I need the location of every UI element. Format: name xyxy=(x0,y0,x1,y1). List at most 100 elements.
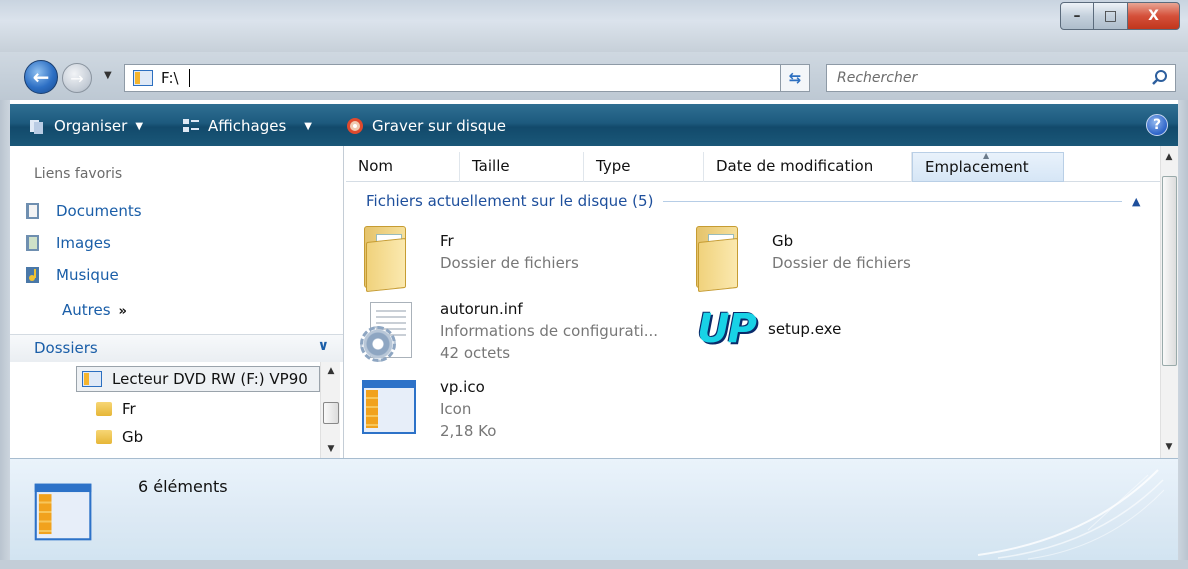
file-item-setup[interactable]: UP setup.exe xyxy=(686,306,841,352)
help-button[interactable]: ? xyxy=(1146,114,1168,136)
scroll-down-icon[interactable]: ▼ xyxy=(321,440,341,458)
file-name: setup.exe xyxy=(768,320,842,338)
views-menu[interactable]: Affichages ▼ xyxy=(182,115,312,137)
search-icon[interactable] xyxy=(1151,69,1169,87)
column-location[interactable]: ▲ Emplacement xyxy=(912,151,1064,182)
column-date-modified[interactable]: Date de modification xyxy=(704,152,912,182)
favorite-music[interactable]: Musique xyxy=(24,266,119,284)
navigation-pane: Liens favoris Documents Images Musique A… xyxy=(10,146,344,458)
search-box[interactable]: Rechercher xyxy=(826,64,1176,92)
sort-arrow-icon: ▲ xyxy=(983,151,990,160)
file-name: Gb xyxy=(772,232,794,250)
back-arrow-icon: ← xyxy=(32,65,50,89)
window-frame-right xyxy=(1178,100,1188,569)
favorite-documents[interactable]: Documents xyxy=(24,202,142,220)
minimize-button[interactable]: – xyxy=(1060,2,1094,30)
config-file-icon xyxy=(358,298,418,368)
up-setup-icon: UP xyxy=(697,306,757,352)
column-name[interactable]: Nom xyxy=(346,152,460,182)
file-item-vp-ico[interactable]: vp.ico Icon 2,18 Ko xyxy=(358,376,496,442)
refresh-icon: ⇆ xyxy=(788,69,802,87)
group-title: Fichiers actuellement sur le disque (5) xyxy=(366,192,654,210)
forward-button[interactable]: → xyxy=(62,63,92,93)
folders-label: Dossiers xyxy=(34,339,98,357)
recent-pages-dropdown-icon[interactable]: ▼ xyxy=(104,70,112,81)
forward-arrow-icon: → xyxy=(70,68,84,88)
title-bar: – □ X xyxy=(0,0,1188,52)
column-location-label: Emplacement xyxy=(925,158,1029,176)
folder-icon xyxy=(96,402,112,416)
column-type[interactable]: Type xyxy=(584,152,704,182)
tree-item-label: Lecteur DVD RW (F:) VP90 xyxy=(112,370,308,388)
address-bar[interactable]: F:\ ▼ xyxy=(124,64,808,92)
folder-icon xyxy=(96,430,112,444)
organize-label: Organiser xyxy=(54,117,128,135)
tree-item-gb[interactable]: Gb xyxy=(96,428,143,446)
file-type: Icon xyxy=(440,400,472,418)
burn-disc-button[interactable]: Graver sur disque xyxy=(346,115,506,137)
chevron-down-icon: ∨ xyxy=(317,338,329,354)
back-button[interactable]: ← xyxy=(24,60,58,94)
navigation-bar: ← → ▼ F:\ ▼ ⇆ Rechercher xyxy=(0,52,1188,100)
file-list-scrollbar[interactable]: ▲ ▼ xyxy=(1160,146,1178,458)
window-icon xyxy=(31,479,94,544)
tree-item-dvd-drive[interactable]: Lecteur DVD RW (F:) VP90 xyxy=(82,370,308,388)
window-frame-bottom xyxy=(0,560,1188,569)
file-item-fr[interactable]: Fr Dossier de fichiers xyxy=(358,222,579,293)
drive-icon xyxy=(133,70,153,86)
collapse-chevron-icon[interactable]: ▲ xyxy=(1132,195,1146,208)
file-size: 42 octets xyxy=(440,344,511,362)
chevron-down-icon: ▼ xyxy=(135,120,144,132)
scroll-thumb[interactable] xyxy=(323,402,339,424)
tree-item-label: Fr xyxy=(122,400,136,418)
window-controls: – □ X xyxy=(1060,2,1180,30)
group-divider xyxy=(663,200,1122,202)
column-size[interactable]: Taille xyxy=(460,152,584,182)
window-icon xyxy=(358,376,418,438)
file-type: Dossier de fichiers xyxy=(772,254,911,272)
file-type: Informations de configurati... xyxy=(440,322,659,340)
views-label: Affichages xyxy=(208,117,287,135)
address-text[interactable]: F:\ xyxy=(161,69,179,87)
scroll-up-icon[interactable]: ▲ xyxy=(1161,148,1177,166)
text-caret xyxy=(189,69,190,87)
scroll-down-icon[interactable]: ▼ xyxy=(1161,438,1177,456)
tree-item-fr[interactable]: Fr xyxy=(96,400,136,418)
favorite-label: Documents xyxy=(56,202,142,220)
refresh-button[interactable]: ⇆ xyxy=(780,64,810,92)
burn-disc-icon xyxy=(347,118,363,134)
file-item-gb[interactable]: Gb Dossier de fichiers xyxy=(690,222,911,293)
command-bar: Organiser ▼ Affichages ▼ Graver sur disq… xyxy=(10,104,1178,146)
music-icon xyxy=(26,267,39,283)
folder-icon xyxy=(690,222,750,293)
dvd-drive-icon xyxy=(82,371,102,387)
chevron-down-icon: ▼ xyxy=(304,120,312,132)
organize-menu[interactable]: Organiser ▼ xyxy=(28,115,143,137)
documents-icon xyxy=(26,203,39,219)
file-type: Dossier de fichiers xyxy=(440,254,579,272)
more-label: Autres xyxy=(62,301,111,319)
window-frame-left xyxy=(0,100,10,569)
group-header[interactable]: Fichiers actuellement sur le disque (5) … xyxy=(366,190,1146,212)
scroll-thumb[interactable] xyxy=(1162,176,1177,366)
folders-header[interactable]: Dossiers ∨ xyxy=(10,334,343,362)
file-size: 2,18 Ko xyxy=(440,422,497,440)
search-placeholder[interactable]: Rechercher xyxy=(837,70,917,86)
maximize-button[interactable]: □ xyxy=(1094,2,1128,30)
file-item-autorun[interactable]: autorun.inf Informations de configurati.… xyxy=(358,298,658,368)
favorites-title: Liens favoris xyxy=(34,166,123,182)
column-headers: Nom Taille Type Date de modification ▲ E… xyxy=(346,151,1160,182)
tree-scrollbar[interactable]: ▲ ▼ xyxy=(320,362,340,458)
details-pane: 6 éléments xyxy=(10,458,1178,560)
scroll-up-icon[interactable]: ▲ xyxy=(321,362,341,380)
help-icon: ? xyxy=(1152,117,1162,133)
more-favorites-link[interactable]: Autres » xyxy=(62,301,127,319)
file-name: autorun.inf xyxy=(440,300,523,318)
folder-icon xyxy=(358,222,418,293)
burn-label: Graver sur disque xyxy=(372,117,507,135)
favorite-images[interactable]: Images xyxy=(24,234,111,252)
explorer-window: – □ X ← → ▼ F:\ ▼ ⇆ Rechercher xyxy=(0,0,1188,569)
favorite-label: Images xyxy=(56,234,111,252)
close-button[interactable]: X xyxy=(1128,2,1180,30)
file-list: Nom Taille Type Date de modification ▲ E… xyxy=(346,146,1160,458)
